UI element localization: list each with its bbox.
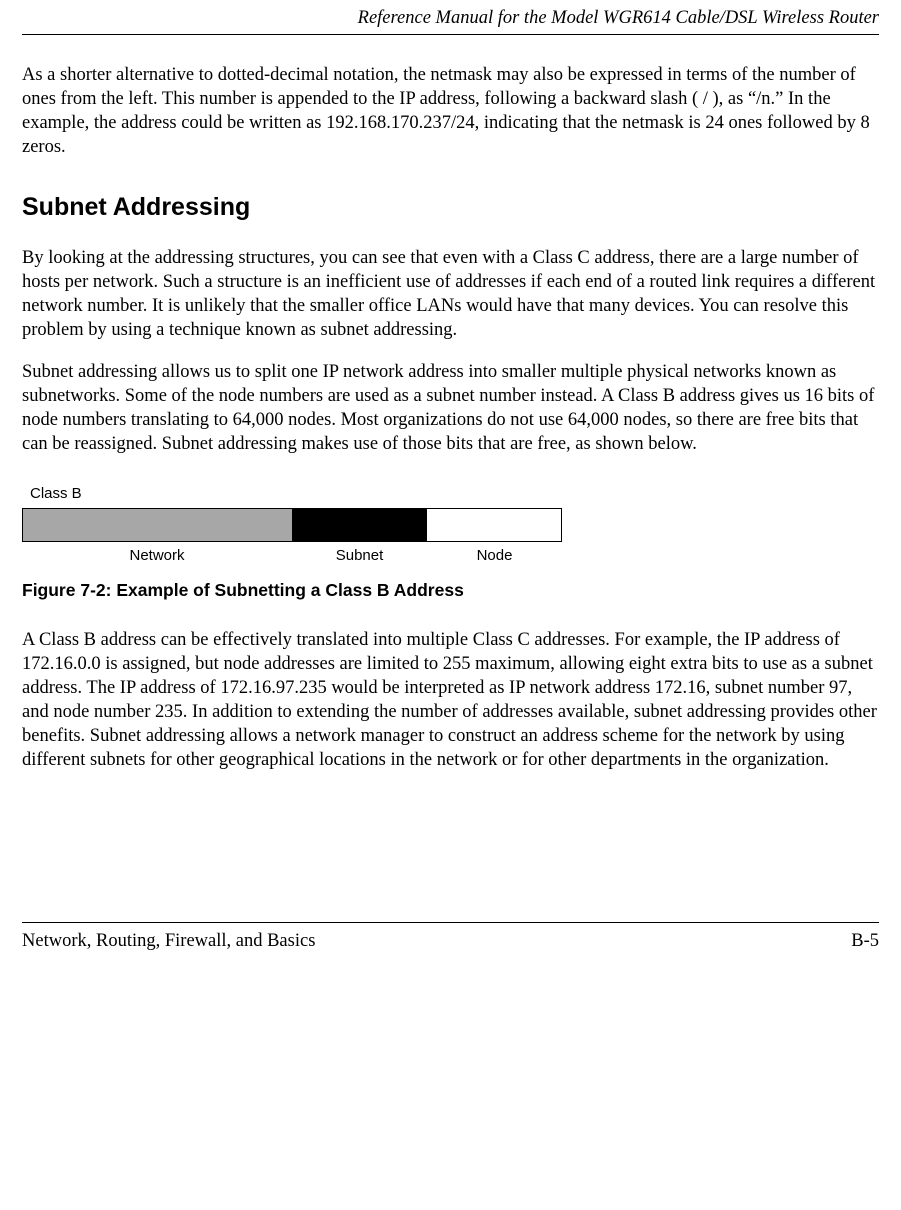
diagram-segment-subnet <box>293 509 427 541</box>
diagram-label-network: Network <box>22 546 292 566</box>
paragraph-subnet-1: By looking at the addressing structures,… <box>22 246 879 342</box>
paragraph-subnet-3: A Class B address can be effectively tra… <box>22 628 879 772</box>
diagram-label-node: Node <box>427 546 562 566</box>
diagram-label-subnet: Subnet <box>292 546 427 566</box>
diagram-segment-node <box>427 509 561 541</box>
paragraph-subnet-2: Subnet addressing allows us to split one… <box>22 360 879 456</box>
diagram-labels-row: Network Subnet Node <box>22 546 562 566</box>
diagram-segment-network <box>23 509 293 541</box>
page-footer: Network, Routing, Firewall, and Basics B… <box>22 922 879 953</box>
heading-subnet-addressing: Subnet Addressing <box>22 191 879 224</box>
figure-caption: Figure 7-2: Example of Subnetting a Clas… <box>22 579 879 602</box>
footer-right: B-5 <box>851 929 879 953</box>
diagram-bar <box>22 508 562 542</box>
footer-left: Network, Routing, Firewall, and Basics <box>22 929 315 953</box>
diagram-class-label: Class B <box>30 484 879 504</box>
paragraph-intro: As a shorter alternative to dotted-decim… <box>22 63 879 159</box>
figure-subnet-diagram: Class B Network Subnet Node <box>22 484 879 565</box>
page-header: Reference Manual for the Model WGR614 Ca… <box>22 0 879 35</box>
